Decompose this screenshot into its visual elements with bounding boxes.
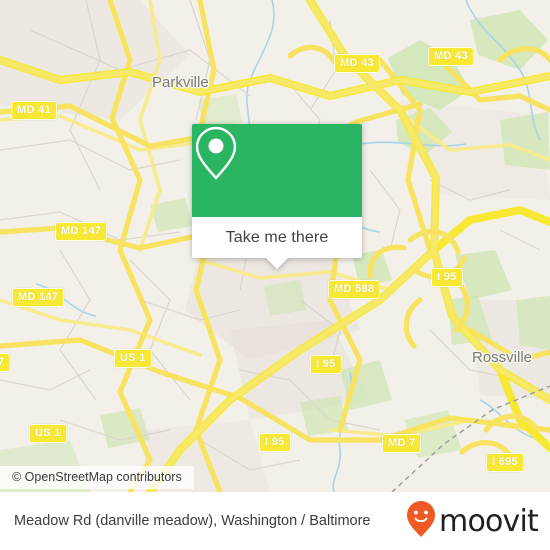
map-canvas[interactable]: .park{fill:#cfe6b4;} .resid{fill:#e8e2dc…: [0, 0, 550, 492]
moovit-pin-smiley-icon: [406, 500, 436, 543]
take-me-there-button[interactable]: Take me there: [192, 217, 362, 258]
road-shield-us1-a: US 1: [114, 349, 152, 368]
moovit-wordmark: moovit: [439, 503, 539, 539]
place-label-rossville: Rossville: [472, 349, 533, 366]
location-popup-card[interactable]: Take me there: [192, 124, 362, 269]
footer-bar: Meadow Rd (danville meadow), Washington …: [0, 492, 550, 550]
location-title: Meadow Rd (danville meadow), Washington …: [14, 513, 371, 529]
road-shield-md43-a: MD 43: [334, 54, 380, 73]
road-shield-md147-b: MD 147: [12, 288, 65, 307]
popup-header: [192, 124, 362, 217]
road-shield-md7-edge: 7: [0, 353, 11, 372]
road-shield-md7: MD 7: [382, 434, 422, 453]
osm-attribution[interactable]: © OpenStreetMap contributors: [0, 466, 194, 489]
road-shield-i95-b: I 95: [310, 355, 342, 374]
road-shield-md41: MD 41: [11, 101, 57, 120]
road-shield-i95-c: I 95: [259, 433, 291, 452]
osm-attribution-text: © OpenStreetMap contributors: [12, 470, 182, 484]
map-screen: .park{fill:#cfe6b4;} .resid{fill:#e8e2dc…: [0, 0, 550, 550]
moovit-logo[interactable]: moovit: [406, 500, 550, 543]
road-shield-md43-b: MD 43: [428, 47, 474, 66]
road-shield-md588: MD 588: [328, 280, 381, 299]
road-shield-i695: I 695: [486, 453, 524, 472]
road-shield-i95-a: I 95: [431, 268, 463, 287]
take-me-there-label: Take me there: [225, 228, 329, 246]
road-shield-md147-a: MD 147: [55, 222, 108, 241]
place-label-parkville: Parkville: [152, 74, 209, 91]
road-shield-us1-b: US 1: [29, 424, 67, 443]
popup-pointer: [266, 258, 288, 269]
